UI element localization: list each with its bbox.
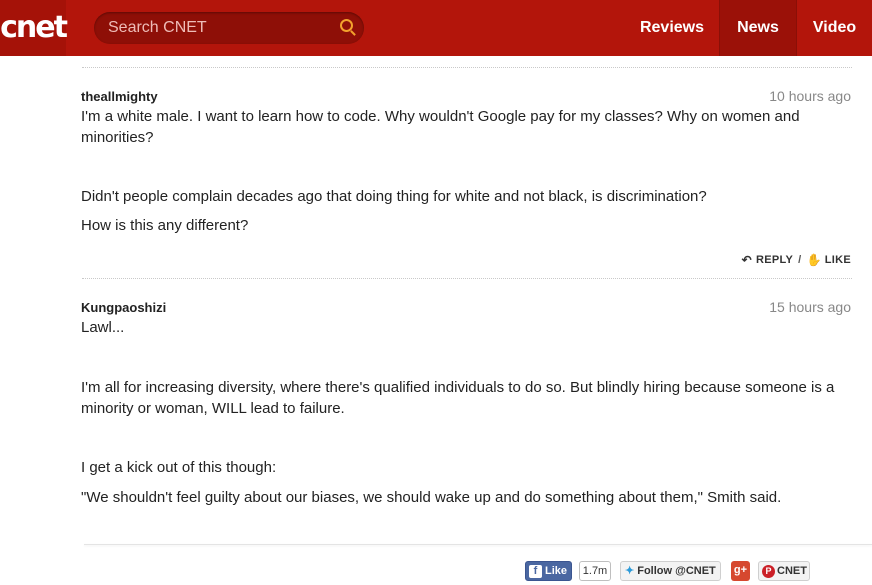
nav-news[interactable]: News bbox=[719, 0, 797, 56]
google-plus-button[interactable]: g+ bbox=[731, 561, 750, 581]
search-input[interactable] bbox=[108, 12, 328, 44]
pinterest-follow-label: CNET bbox=[777, 565, 807, 577]
footer-divider bbox=[84, 544, 872, 545]
pinterest-icon: P bbox=[762, 565, 775, 578]
reply-icon[interactable]: ↶ bbox=[742, 253, 752, 267]
comment-paragraph: Lawl... bbox=[81, 319, 125, 336]
facebook-icon: f bbox=[529, 565, 542, 578]
search-box[interactable] bbox=[94, 12, 364, 44]
facebook-like-button[interactable]: f Like bbox=[525, 561, 572, 581]
comment-divider bbox=[82, 67, 852, 68]
comment-paragraph: I'm a white male. I want to learn how to… bbox=[81, 108, 800, 146]
comment-paragraph: How is this any different? bbox=[81, 217, 249, 234]
comment-actions: ↶ REPLY / ✋ LIKE bbox=[742, 253, 851, 267]
search-icon[interactable] bbox=[340, 19, 353, 32]
cnet-logo[interactable]: cnet bbox=[0, 0, 68, 56]
comment-timestamp[interactable]: 15 hours ago bbox=[769, 299, 851, 315]
comment-paragraph: "We shouldn't feel guilty about our bias… bbox=[81, 489, 782, 506]
comment-paragraph: I get a kick out of this though: bbox=[81, 459, 277, 476]
pinterest-follow-button[interactable]: P CNET bbox=[758, 561, 810, 581]
comment-paragraph: I'm all for increasing diversity, where … bbox=[81, 379, 835, 417]
comment-timestamp[interactable]: 10 hours ago bbox=[769, 88, 851, 104]
twitter-follow-label: Follow @CNET bbox=[637, 565, 716, 577]
facebook-like-count: 1.7m bbox=[579, 561, 611, 581]
thumbs-up-icon[interactable]: ✋ bbox=[806, 253, 821, 267]
reply-button[interactable]: REPLY bbox=[756, 254, 793, 266]
like-button[interactable]: LIKE bbox=[825, 254, 851, 266]
comment-paragraph: Didn't people complain decades ago that … bbox=[81, 188, 707, 205]
nav-video[interactable]: Video bbox=[797, 0, 872, 56]
top-navigation-bar: cnet Reviews News Video bbox=[0, 0, 872, 56]
comment-username[interactable]: theallmighty bbox=[81, 89, 158, 104]
nav-reviews[interactable]: Reviews bbox=[625, 0, 719, 56]
action-separator: / bbox=[798, 254, 802, 266]
twitter-bird-icon: ✦ bbox=[625, 565, 635, 577]
facebook-like-label: Like bbox=[545, 565, 568, 577]
comment-divider bbox=[82, 278, 852, 279]
comment-username[interactable]: Kungpaoshizi bbox=[81, 300, 166, 315]
twitter-follow-button[interactable]: ✦ Follow @CNET bbox=[620, 561, 721, 581]
